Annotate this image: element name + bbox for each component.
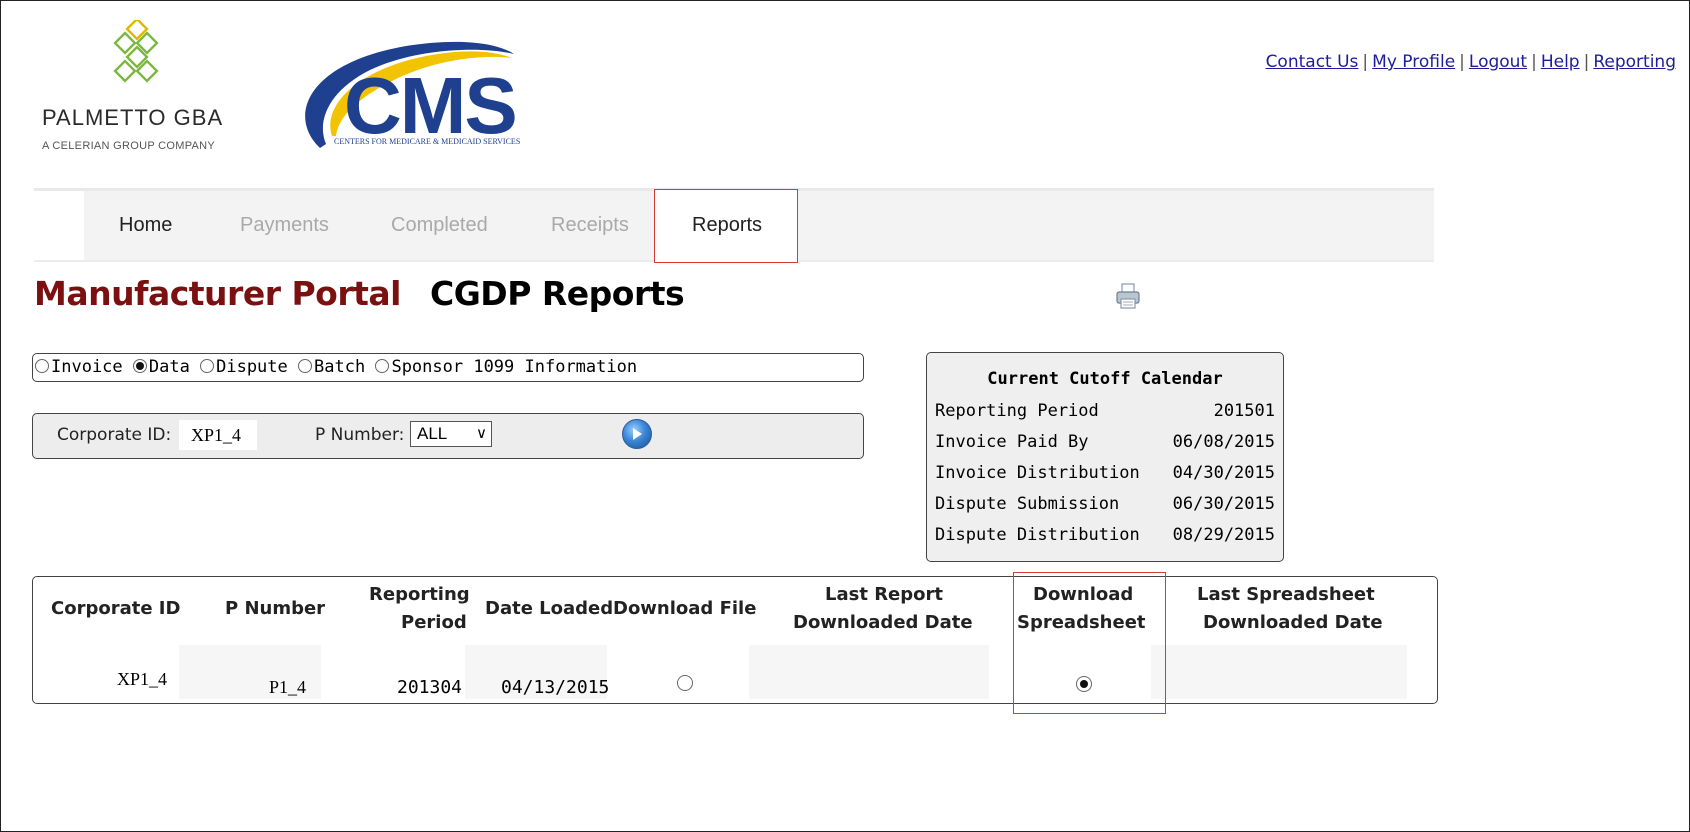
- palmetto-gba-logo: PALMETTO GBA A CELERIAN GROUP COMPANY: [34, 20, 264, 160]
- p-number-selected-value: ALL: [417, 424, 448, 443]
- tab-home[interactable]: Home: [119, 214, 172, 237]
- p-number-select[interactable]: ALL ∨: [410, 421, 492, 447]
- tab-receipts[interactable]: Receipts: [551, 214, 629, 237]
- corporate-id-label: Corporate ID:: [57, 425, 172, 445]
- radio-invoice-label: Invoice: [51, 357, 123, 377]
- header-last-spreadsheet-line2: Downloaded Date: [1203, 612, 1383, 633]
- header-date-loaded: Date Loaded: [485, 598, 614, 619]
- download-spreadsheet-radio[interactable]: [1076, 676, 1092, 692]
- cms-logo: CMS CENTERS FOR MEDICARE & MEDICAID SERV…: [286, 36, 566, 160]
- calendar-row-value: 06/08/2015: [1172, 432, 1275, 452]
- palmetto-diamond-icon: [113, 20, 159, 83]
- calendar-row-value: 201501: [1213, 401, 1275, 421]
- link-separator: |: [1531, 52, 1537, 72]
- radio-dispute[interactable]: [200, 359, 215, 373]
- radio-batch[interactable]: [298, 359, 313, 373]
- link-separator: |: [1459, 52, 1465, 72]
- cutoff-calendar: Current Cutoff Calendar Reporting Period…: [926, 352, 1284, 562]
- row-cell-bg: [749, 645, 989, 699]
- calendar-title: Current Cutoff Calendar: [987, 369, 1223, 389]
- contact-us-link[interactable]: Contact Us: [1266, 52, 1359, 72]
- calendar-row-label: Invoice Paid By: [935, 432, 1089, 452]
- portal-title: Manufacturer Portal: [34, 274, 401, 313]
- calendar-row-label: Invoice Distribution: [935, 463, 1140, 483]
- radio-dispute-label: Dispute: [216, 357, 288, 377]
- go-arrow-icon[interactable]: [622, 419, 652, 449]
- page-title: CGDP Reports: [430, 274, 685, 313]
- calendar-row-label: Dispute Distribution: [935, 525, 1140, 545]
- header-last-report-line1: Last Report: [825, 584, 944, 605]
- palmetto-name: PALMETTO GBA: [42, 105, 224, 130]
- report-type-selector: Invoice Data Dispute Batch Sponsor 1099 …: [32, 353, 864, 382]
- p-number-label: P Number:: [315, 425, 405, 445]
- reporting-link[interactable]: Reporting: [1593, 52, 1676, 72]
- header-last-report-line2: Downloaded Date: [793, 612, 973, 633]
- top-utility-links: Contact Us | My Profile | Logout | Help | Report…: [1266, 52, 1676, 72]
- radio-sponsor-1099-label: Sponsor 1099 Information: [391, 357, 638, 377]
- calendar-row-value: 06/30/2015: [1172, 494, 1275, 514]
- calendar-row-label: Reporting Period: [935, 401, 1099, 421]
- link-separator: |: [1362, 52, 1369, 72]
- my-profile-link[interactable]: My Profile: [1372, 52, 1455, 72]
- cell-date-loaded: 04/13/2015: [501, 677, 610, 698]
- radio-data[interactable]: [132, 359, 147, 373]
- header-reporting-period-line1: Reporting: [369, 584, 470, 605]
- palmetto-tagline: A CELERIAN GROUP COMPANY: [42, 140, 216, 152]
- header-download-spreadsheet-line1: Download: [1033, 584, 1134, 605]
- logout-link[interactable]: Logout: [1469, 52, 1527, 72]
- corporate-id-value: XP1_4: [179, 420, 257, 450]
- cms-tagline: CENTERS FOR MEDICARE & MEDICAID SERVICES: [334, 137, 521, 146]
- header-reporting-period-line2: Period: [401, 612, 467, 633]
- radio-invoice[interactable]: [35, 359, 49, 373]
- download-file-radio[interactable]: [677, 675, 693, 691]
- cell-reporting-period: 201304: [397, 677, 463, 698]
- help-link[interactable]: Help: [1541, 52, 1580, 72]
- header-download-file: Download File: [613, 598, 757, 619]
- header-p-number: P Number: [225, 598, 326, 619]
- tab-reports[interactable]: Reports: [692, 214, 762, 237]
- radio-batch-label: Batch: [314, 357, 366, 377]
- tab-payments[interactable]: Payments: [240, 214, 329, 237]
- calendar-row-value: 04/30/2015: [1172, 463, 1275, 483]
- results-table: Corporate ID P Number Reporting Period D…: [32, 576, 1438, 704]
- radio-sponsor-1099[interactable]: [375, 359, 390, 373]
- header-download-spreadsheet-line2: Spreadsheet: [1017, 612, 1146, 633]
- chevron-down-icon: ∨: [476, 425, 487, 442]
- cell-corporate-id: XP1_4: [117, 669, 168, 689]
- radio-data-label: Data: [148, 357, 190, 377]
- header-last-spreadsheet-line1: Last Spreadsheet: [1197, 584, 1375, 605]
- calendar-row-value: 08/29/2015: [1172, 525, 1275, 545]
- calendar-row-label: Dispute Submission: [935, 494, 1120, 514]
- header-corporate-id: Corporate ID: [51, 598, 181, 619]
- row-cell-bg: [1151, 645, 1407, 699]
- link-separator: |: [1583, 52, 1590, 72]
- tab-completed[interactable]: Completed: [391, 214, 488, 237]
- cell-p-number: P1_4: [269, 677, 307, 697]
- cms-letters: CMS: [344, 61, 518, 150]
- filter-bar: Corporate ID: XP1_4 P Number: ALL ∨: [32, 413, 864, 459]
- printer-icon[interactable]: [1114, 282, 1142, 314]
